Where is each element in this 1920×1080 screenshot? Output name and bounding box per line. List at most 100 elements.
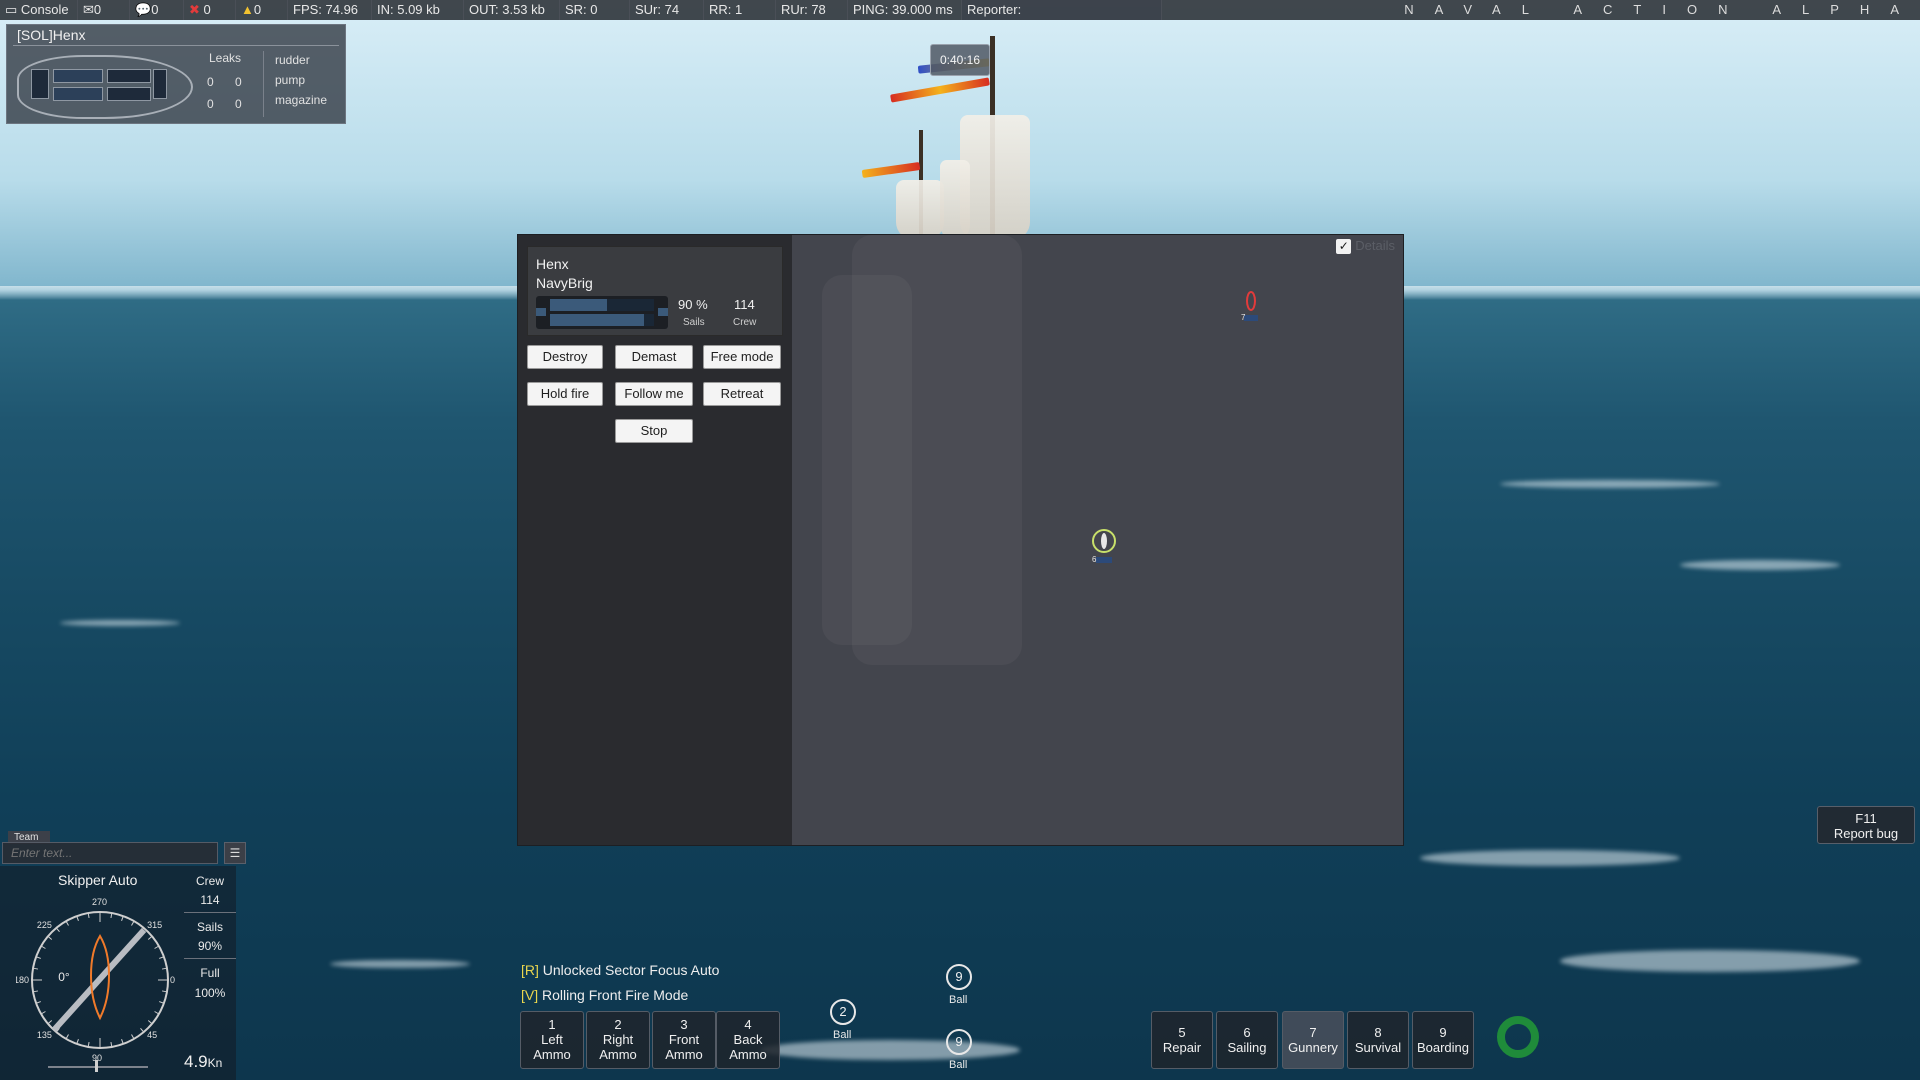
- sails-value: 90%: [197, 939, 223, 953]
- full-value: 100%: [194, 986, 226, 1000]
- skipper-panel: Skipper Auto 270 315 0 45 90 135 180 225 0° Cre…: [0, 866, 236, 1080]
- skill-label: Gunnery: [1288, 1040, 1338, 1055]
- enemy-ship-marker[interactable]: 7: [1239, 289, 1263, 329]
- crew-value: 114: [200, 893, 220, 907]
- ship-class: NavyBrig: [536, 275, 593, 291]
- hull-bar: [550, 299, 654, 311]
- chat-indicator[interactable]: 💬0: [130, 0, 184, 20]
- destroy-button[interactable]: Destroy: [527, 345, 603, 369]
- report-label: Report bug: [1833, 826, 1899, 841]
- mail-count: 0: [93, 2, 102, 17]
- demast-button[interactable]: Demast: [615, 345, 693, 369]
- ship-status-panel: [SOL]Henx Leaks 0 0 0 0 rudder pump maga…: [6, 24, 346, 124]
- ship-health-bars: [536, 296, 668, 329]
- skill-label: Sailing: [1227, 1040, 1267, 1055]
- divider: [184, 958, 236, 959]
- ball-count-right: 9: [946, 1029, 972, 1055]
- game-title: NAVAL ACTION ALPHA: [1404, 2, 1920, 17]
- rur-stat: RUr: 78: [776, 0, 848, 20]
- compass-tick: [47, 935, 53, 940]
- hotkey: 1: [548, 1017, 556, 1032]
- sea-foam: [1420, 850, 1680, 866]
- chat-input[interactable]: [2, 842, 218, 864]
- compass-label: 270: [92, 897, 107, 907]
- back-ammo-button[interactable]: 4 Back Ammo: [716, 1011, 780, 1069]
- compass-tick: [154, 1011, 160, 1015]
- crew-count: 114: [734, 297, 755, 312]
- chat-bubble-icon: 💬: [135, 2, 152, 17]
- tactical-map[interactable]: ✓ Details 7 6: [792, 235, 1403, 845]
- compass-tick: [40, 1011, 46, 1015]
- compass-label: 45: [147, 1030, 157, 1040]
- ball-label: Ball: [949, 1059, 968, 1071]
- rr-stat: RR: 1: [704, 0, 776, 20]
- divider: [263, 51, 264, 117]
- report-bug-button[interactable]: F11 Report bug: [1817, 806, 1915, 844]
- compass-tick: [40, 945, 46, 949]
- retreat-button[interactable]: Retreat: [703, 382, 781, 406]
- free-mode-button[interactable]: Free mode: [703, 345, 781, 369]
- speed-slider[interactable]: [48, 1066, 148, 1068]
- hotkey: 5: [1178, 1025, 1186, 1040]
- ammo-label: Ammo: [729, 1047, 767, 1062]
- stop-button[interactable]: Stop: [615, 419, 693, 443]
- speed-unit: Kn: [207, 1056, 223, 1070]
- hold-fire-button[interactable]: Hold fire: [527, 382, 603, 406]
- pump-label: pump: [275, 73, 306, 87]
- sea-foam: [1680, 560, 1840, 570]
- sailing-skill-button[interactable]: 6 Sailing: [1216, 1011, 1278, 1069]
- ball-label: Ball: [949, 994, 968, 1006]
- mail-icon: ✉: [83, 2, 94, 17]
- top-status-bar: ▭ Console ✉0 💬0 ✖ 0 ▲0 FPS: 74.96 IN: 5.…: [0, 0, 1920, 20]
- ammo-side: Left: [541, 1032, 563, 1047]
- front-ammo-button[interactable]: 3 Front Ammo: [652, 1011, 716, 1069]
- sails-percent: 90 %: [678, 297, 708, 312]
- hint-text: Unlocked Sector Focus Auto: [538, 962, 720, 978]
- right-ammo-button[interactable]: 2 Right Ammo: [586, 1011, 650, 1069]
- skipper-mode[interactable]: Skipper Auto: [58, 872, 137, 888]
- skill-label: Boarding: [1416, 1040, 1470, 1055]
- fleet-orders-window: Henx NavyBrig 90 % Sails 114 Crew Destro…: [517, 234, 1404, 846]
- compass-tick: [140, 1027, 145, 1033]
- net-in-stat: IN: 5.09 kb: [372, 0, 464, 20]
- mail-indicator[interactable]: ✉0: [78, 0, 130, 20]
- compass-label: 225: [37, 920, 52, 930]
- console-icon: ▭: [5, 2, 18, 17]
- ball-label: Ball: [833, 1029, 852, 1041]
- leaks-label: Leaks: [209, 51, 242, 65]
- console-label: Console: [20, 2, 69, 17]
- orders-sidebar: Henx NavyBrig 90 % Sails 114 Crew Destro…: [518, 235, 792, 845]
- skill-label: Repair: [1162, 1040, 1202, 1055]
- details-toggle[interactable]: ✓ Details: [1336, 238, 1395, 255]
- compass-label: 135: [37, 1030, 52, 1040]
- details-label: Details: [1355, 238, 1395, 253]
- repair-skill-button[interactable]: 5 Repair: [1151, 1011, 1213, 1069]
- battle-timer: 0:40:16: [930, 44, 990, 76]
- follow-me-button[interactable]: Follow me: [615, 382, 693, 406]
- reporter-field[interactable]: Reporter:: [962, 0, 1162, 20]
- sea-foam: [1500, 480, 1720, 488]
- hotkey: 7: [1309, 1025, 1317, 1040]
- survival-skill-button[interactable]: 8 Survival: [1347, 1011, 1409, 1069]
- boarding-skill-button[interactable]: 9 Boarding: [1412, 1011, 1474, 1069]
- player-ship-marker[interactable]: 6: [1090, 527, 1120, 569]
- console-button[interactable]: ▭ Console: [0, 0, 78, 20]
- warning-icon: ▲: [241, 2, 254, 17]
- reload-indicator: [1497, 1016, 1539, 1058]
- details-checkbox[interactable]: ✓: [1336, 239, 1352, 255]
- net-out-stat: OUT: 3.53 kb: [464, 0, 560, 20]
- gunnery-skill-button[interactable]: 7 Gunnery: [1282, 1011, 1344, 1069]
- leak-value: 0: [207, 75, 214, 89]
- sur-stat: SUr: 74: [630, 0, 704, 20]
- compass-tick: [65, 1034, 69, 1040]
- chat-menu-button[interactable]: ☰: [224, 842, 246, 864]
- warning-indicator[interactable]: ▲0: [236, 0, 288, 20]
- compass-tick: [55, 927, 60, 933]
- warning-count: 0: [253, 2, 262, 17]
- speed-slider-handle[interactable]: [95, 1060, 98, 1072]
- ship-ghost: [822, 275, 912, 645]
- full-label: Full: [200, 966, 220, 980]
- compass-tick: [147, 1020, 153, 1025]
- error-indicator[interactable]: ✖ 0: [184, 0, 236, 20]
- left-ammo-button[interactable]: 1 Left Ammo: [520, 1011, 584, 1069]
